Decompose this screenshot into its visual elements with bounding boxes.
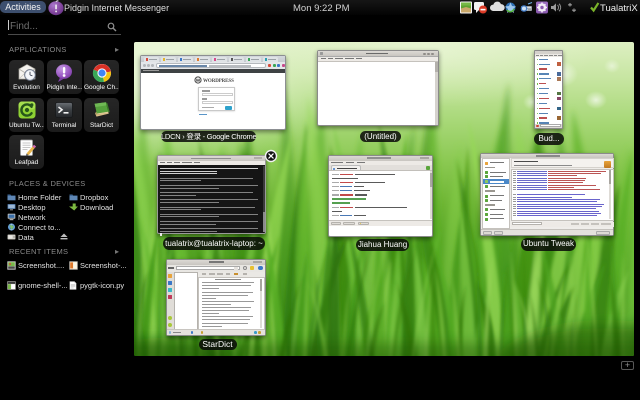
svg-text:WORDPRESS: WORDPRESS (203, 79, 234, 84)
svg-text:TualatriX: TualatriX (600, 3, 638, 14)
